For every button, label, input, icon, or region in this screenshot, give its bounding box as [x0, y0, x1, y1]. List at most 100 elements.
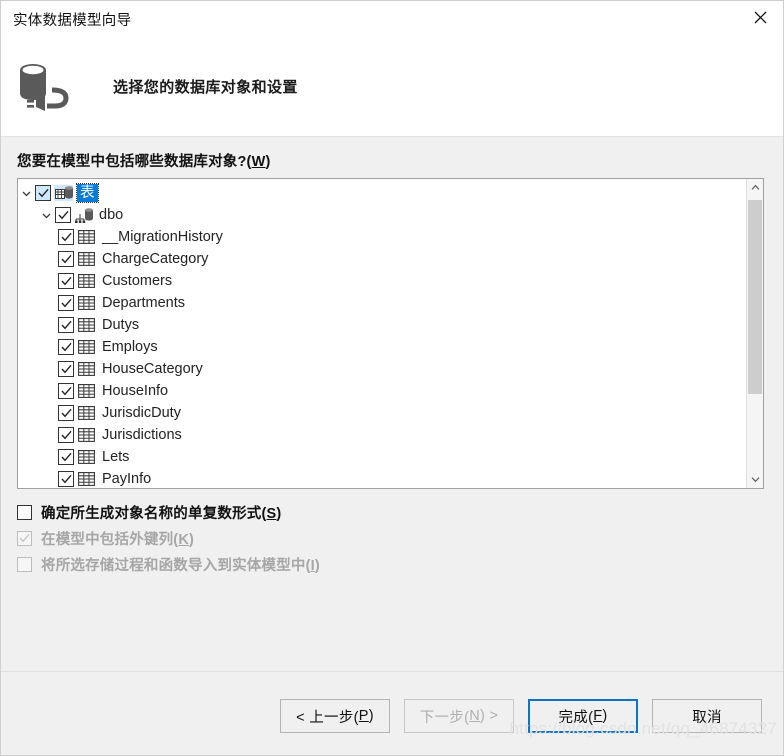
- page-title: 选择您的数据库对象和设置: [113, 79, 298, 96]
- wizard-body: 您要在模型中包括哪些数据库对象?(W) 表 dbo __MigrationHis…: [1, 136, 783, 755]
- tree-node-checkbox[interactable]: [58, 295, 74, 311]
- tree-row[interactable]: JurisdicDuty: [18, 402, 746, 424]
- next-button-suffix: ) >: [480, 708, 499, 724]
- table-icon: [77, 449, 96, 465]
- table-icon: [77, 317, 96, 333]
- option-label-prefix: 在模型中包括外键列(: [41, 531, 179, 548]
- objects-question-label: 您要在模型中包括哪些数据库对象?(W): [17, 150, 271, 171]
- tree-node-label[interactable]: HouseInfo: [100, 382, 170, 400]
- next-button-accel: N: [469, 708, 481, 724]
- tree-table-rows: __MigrationHistory ChargeCategory Customer…: [18, 226, 746, 488]
- tree-node-checkbox[interactable]: [58, 405, 74, 421]
- option-label-accel: S: [266, 505, 277, 522]
- option-checkbox[interactable]: [17, 504, 32, 520]
- scroll-up-icon[interactable]: [747, 179, 763, 196]
- tree-node-label[interactable]: Jurisdictions: [100, 426, 184, 444]
- tree-row[interactable]: Employs: [18, 336, 746, 358]
- tree-node-label[interactable]: Lets: [100, 448, 131, 466]
- option-label: 将所选存储过程和函数导入到实体模型中(I): [41, 554, 320, 575]
- close-icon: [754, 11, 767, 24]
- tree-row[interactable]: __MigrationHistory: [18, 226, 746, 248]
- tree-row[interactable]: PayInfo: [18, 468, 746, 488]
- title-bar: 实体数据模型向导: [1, 1, 783, 37]
- back-button[interactable]: < 上一步(P): [280, 699, 390, 733]
- scrollbar-track[interactable]: [747, 196, 763, 471]
- tree-row[interactable]: Jurisdictions: [18, 424, 746, 446]
- tree-node-checkbox[interactable]: [58, 427, 74, 443]
- database-objects-tree[interactable]: 表 dbo __MigrationHistory ChargeCategory …: [17, 178, 764, 489]
- tree-row[interactable]: Customers: [18, 270, 746, 292]
- tree-row[interactable]: 表: [18, 182, 746, 204]
- option-checkbox: [17, 556, 32, 572]
- tree-node-label[interactable]: HouseCategory: [100, 360, 205, 378]
- tree-scrollbar[interactable]: [746, 179, 763, 488]
- tree-row[interactable]: Lets: [18, 446, 746, 468]
- option-row: 在模型中包括外键列(K): [17, 525, 617, 551]
- tree-node-label[interactable]: Departments: [100, 294, 187, 312]
- database-tables-icon: [54, 185, 73, 201]
- question-label-prefix: 您要在模型中包括哪些数据库对象?(: [17, 154, 252, 170]
- tree-node-label-schema[interactable]: dbo: [97, 206, 125, 224]
- scrollbar-thumb[interactable]: [748, 200, 762, 394]
- tree-node-checkbox[interactable]: [58, 339, 74, 355]
- option-row: 将所选存储过程和函数导入到实体模型中(I): [17, 551, 617, 577]
- wizard-footer: < 上一步(P) 下一步(N) > 完成(F) 取消 https://blog.…: [1, 672, 783, 755]
- wizard-window: 实体数据模型向导 选择您的数据库对象和设置 您要在模型中包括哪些数据库对象?(W…: [0, 0, 784, 756]
- option-label-suffix: ): [276, 505, 282, 522]
- tree-row[interactable]: Dutys: [18, 314, 746, 336]
- question-label-suffix: ): [265, 154, 271, 170]
- cancel-button[interactable]: 取消: [652, 699, 762, 733]
- chevron-down-icon[interactable]: [18, 188, 35, 199]
- tree-node-checkbox[interactable]: [55, 207, 71, 223]
- table-icon: [77, 471, 96, 487]
- schema-icon: [74, 207, 93, 223]
- tree-node-checkbox[interactable]: [58, 383, 74, 399]
- tree-row[interactable]: HouseInfo: [18, 380, 746, 402]
- option-row[interactable]: 确定所生成对象名称的单复数形式(S): [17, 499, 617, 525]
- option-label-suffix: ): [189, 531, 195, 548]
- finish-button-accel: F: [593, 708, 603, 724]
- model-options: 确定所生成对象名称的单复数形式(S) 在模型中包括外键列(K) 将所选存储过程和函数…: [17, 499, 617, 577]
- wizard-header: 选择您的数据库对象和设置: [1, 37, 783, 136]
- tree-node-checkbox[interactable]: [58, 471, 74, 487]
- chevron-down-icon[interactable]: [38, 210, 55, 221]
- tree-row[interactable]: Departments: [18, 292, 746, 314]
- tree-node-label-root[interactable]: 表: [76, 183, 99, 203]
- table-icon: [77, 383, 96, 399]
- back-button-prefix: < 上一步(: [296, 709, 359, 726]
- finish-button-suffix: ): [602, 708, 608, 724]
- tree-row[interactable]: dbo: [18, 204, 746, 226]
- tree-node-checkbox[interactable]: [58, 361, 74, 377]
- question-label-accel: W: [251, 154, 266, 170]
- scroll-down-icon[interactable]: [747, 471, 763, 488]
- tree-node-checkbox[interactable]: [58, 317, 74, 333]
- tree-node-label[interactable]: Customers: [100, 272, 174, 290]
- tree-node-label[interactable]: ChargeCategory: [100, 250, 210, 268]
- table-icon: [77, 427, 96, 443]
- option-label-accel: K: [178, 531, 189, 548]
- tree-node-checkbox[interactable]: [58, 273, 74, 289]
- tree-node-checkbox[interactable]: [35, 185, 51, 201]
- finish-button[interactable]: 完成(F): [528, 699, 638, 733]
- option-label-prefix: 确定所生成对象名称的单复数形式(: [41, 505, 267, 522]
- table-icon: [77, 295, 96, 311]
- option-label: 确定所生成对象名称的单复数形式(S): [41, 502, 281, 523]
- table-icon: [77, 251, 96, 267]
- tree-node-checkbox[interactable]: [58, 251, 74, 267]
- option-checkbox: [17, 530, 32, 546]
- close-button[interactable]: [737, 1, 783, 33]
- tree-row[interactable]: ChargeCategory: [18, 248, 746, 270]
- tree-node-label[interactable]: JurisdicDuty: [100, 404, 183, 422]
- table-icon: [77, 273, 96, 289]
- tree-node-checkbox[interactable]: [58, 449, 74, 465]
- table-icon: [77, 229, 96, 245]
- tree-row[interactable]: HouseCategory: [18, 358, 746, 380]
- tree-node-label[interactable]: __MigrationHistory: [100, 228, 225, 246]
- tree-node-label[interactable]: PayInfo: [100, 470, 153, 488]
- next-button: 下一步(N) >: [404, 699, 514, 733]
- tree-node-label[interactable]: Dutys: [100, 316, 141, 334]
- tree-node-label[interactable]: Employs: [100, 338, 160, 356]
- finish-button-prefix: 完成(: [558, 709, 594, 726]
- window-title: 实体数据模型向导: [13, 12, 132, 29]
- tree-node-checkbox[interactable]: [58, 229, 74, 245]
